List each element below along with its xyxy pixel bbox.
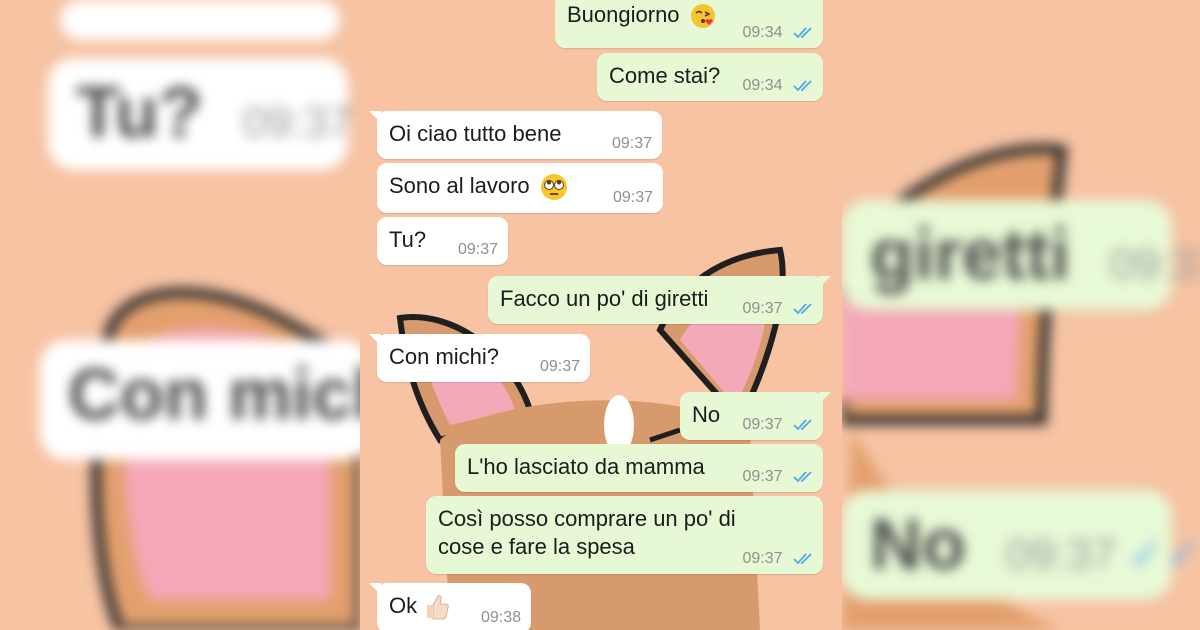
blurred-text-con-michi: Con michi? — [68, 355, 360, 435]
blurred-bubble-tu: Tu? 09:37 — [48, 58, 353, 170]
kissing-face-emoji-icon — [690, 4, 715, 29]
bubble-tail — [369, 334, 381, 346]
message-incoming[interactable]: Con michi? 09:37 — [369, 334, 590, 382]
message-text: Sono al lavoro — [389, 173, 530, 198]
blurred-time: 09:37 — [242, 98, 353, 147]
message-time: 09:37 — [539, 358, 580, 375]
message-time: 09:37 — [742, 300, 783, 317]
message-meta: 09:37 — [612, 136, 652, 152]
message-text: L'ho lasciato da mamma — [467, 454, 705, 479]
blurred-bubble-no: No 09:37 ✓✓ — [842, 490, 1200, 600]
message-time: 09:34 — [742, 77, 783, 94]
blurred-time: 09:37 — [1005, 530, 1117, 579]
message-outgoing[interactable]: L'ho lasciato da mamma 09:37 — [455, 444, 823, 492]
message-incoming[interactable]: Tu? 09:37 — [377, 217, 508, 265]
read-ticks-icon — [793, 553, 812, 565]
blurred-right-content: giretti09:37✓✓ No09:37✓✓ — [842, 0, 1200, 630]
read-ticks-icon — [793, 419, 812, 431]
blurred-text-no: No — [870, 505, 966, 585]
blurred-bubble-con-michi: Con michi? — [40, 340, 360, 460]
message-text: Facco un po' di giretti — [500, 286, 709, 311]
message-outgoing[interactable]: Facco un po' di giretti 09:37 — [488, 276, 831, 324]
thumbs-up-emoji-icon — [427, 595, 450, 620]
message-meta: 09:34 — [743, 25, 814, 41]
message-time: 09:38 — [480, 609, 521, 626]
blurred-text-giretti: giretti — [870, 215, 1071, 295]
message-text: Come stai? — [609, 63, 721, 88]
message-outgoing[interactable]: Come stai? 09:34 — [597, 53, 823, 101]
bubble-tail — [369, 583, 381, 595]
message-time: 09:34 — [742, 24, 783, 41]
message-time: 09:37 — [612, 189, 653, 206]
message-meta: 09:38 — [481, 610, 521, 626]
message-text: Con michi? — [389, 344, 500, 369]
message-text: Oi ciao tutto bene — [389, 121, 562, 146]
message-meta: 09:34 — [743, 78, 814, 94]
chat-conversation[interactable]: Buongiorno 09:34 Come stai? 09:34 Oi cia… — [360, 0, 842, 630]
blurred-right-panel: giretti09:37✓✓ No09:37✓✓ — [842, 0, 1200, 630]
read-ticks-icon — [793, 303, 812, 315]
message-time: 09:37 — [742, 468, 783, 485]
message-time: 09:37 — [742, 416, 783, 433]
message-meta: 09:37 — [743, 469, 814, 485]
blurred-bubble-top — [60, 0, 340, 40]
message-meta: 09:37 — [613, 190, 653, 206]
message-meta: 09:37 — [458, 242, 498, 258]
message-time: 09:37 — [457, 241, 498, 258]
message-incoming[interactable]: Sono al lavoro 09:37 — [377, 163, 663, 213]
eye-roll-emoji-icon — [540, 174, 567, 201]
message-incoming[interactable]: Ok 09:38 — [369, 583, 531, 630]
bubble-tail — [819, 392, 831, 404]
message-outgoing[interactable]: Così posso comprare un po' di cose e far… — [426, 496, 823, 574]
message-text: Buongiorno — [567, 2, 680, 27]
message-text: Così posso comprare un po' di cose e far… — [438, 506, 736, 559]
blurred-read-ticks-icon: ✓✓ — [1128, 530, 1200, 579]
blurred-bubble-giretti: giretti09:37✓✓ — [842, 200, 1200, 310]
read-ticks-icon — [793, 80, 812, 92]
read-ticks-icon — [793, 471, 812, 483]
message-time: 09:37 — [742, 550, 783, 567]
message-meta: 09:37 — [743, 301, 814, 317]
bubble-tail — [819, 276, 831, 288]
message-text: Ok — [389, 593, 418, 618]
bubble-tail — [369, 111, 381, 123]
blurred-time: 09:37 — [1110, 240, 1200, 289]
read-ticks-icon — [793, 27, 812, 39]
message-incoming[interactable]: Oi ciao tutto bene 09:37 — [369, 111, 662, 159]
blurred-text-tu: Tu? — [76, 73, 203, 153]
message-text: No — [692, 402, 721, 427]
message-outgoing[interactable]: No 09:37 — [680, 392, 831, 440]
bubble-tail — [819, 0, 831, 4]
message-text: Tu? — [389, 227, 427, 252]
message-time: 09:37 — [611, 135, 652, 152]
message-outgoing[interactable]: Buongiorno 09:34 — [555, 0, 831, 48]
message-meta: 09:37 — [743, 551, 814, 567]
message-meta: 09:37 — [540, 359, 580, 375]
blurred-left-panel: Tu? 09:37 Con michi? — [0, 0, 360, 630]
message-meta: 09:37 — [743, 417, 814, 433]
blurred-left-content: Tu? 09:37 Con michi? — [0, 0, 360, 630]
